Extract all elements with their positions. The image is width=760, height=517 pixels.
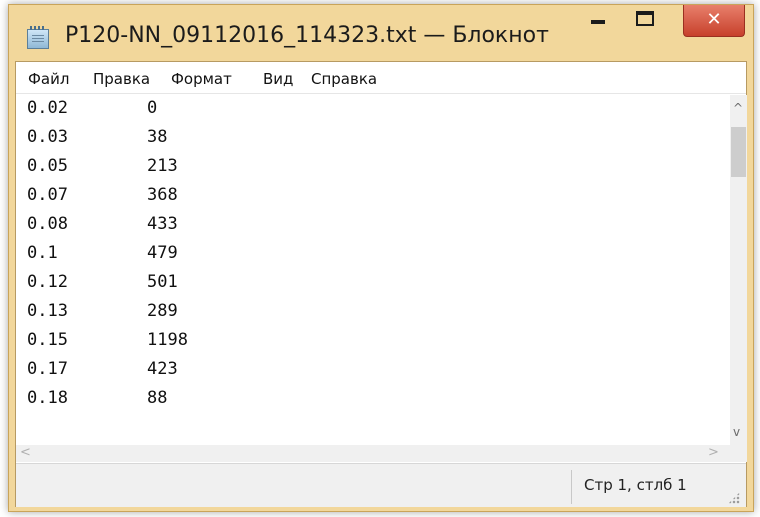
menu-bar: Файл Правка Формат Вид Справка — [16, 62, 746, 94]
status-bar: Стр 1, стлб 1 — [16, 463, 746, 507]
scroll-down-icon[interactable]: v — [733, 425, 740, 439]
close-button[interactable]: ✕ — [683, 5, 745, 37]
title-bar[interactable]: P120-NN_09112016_114323.txt — Блокнот ✕ — [9, 5, 753, 62]
maximize-button[interactable] — [622, 5, 668, 35]
window-title: P120-NN_09112016_114323.txt — Блокнот — [65, 23, 549, 48]
status-separator — [571, 470, 572, 504]
menu-edit[interactable]: Правка — [93, 70, 150, 88]
maximize-icon — [636, 11, 654, 26]
notepad-window: P120-NN_09112016_114323.txt — Блокнот ✕ … — [8, 4, 754, 512]
scroll-left-icon[interactable]: < — [20, 445, 31, 460]
menu-format[interactable]: Формат — [171, 70, 232, 88]
scrollbar-corner — [730, 445, 747, 462]
menu-file[interactable]: Файл — [28, 70, 69, 88]
minimize-button[interactable] — [575, 5, 621, 35]
minimize-icon — [591, 20, 605, 24]
menu-help[interactable]: Справка — [311, 70, 377, 88]
text-editor[interactable]: 0.02 0 0.03 38 0.05 213 0.07 368 0.08 433 0.1… — [16, 95, 730, 445]
notepad-icon[interactable] — [27, 26, 49, 49]
horizontal-scrollbar[interactable]: < > — [16, 445, 730, 462]
scroll-right-icon[interactable]: > — [708, 445, 719, 460]
close-icon: ✕ — [706, 9, 722, 30]
client-area: Файл Правка Формат Вид Справка 0.02 0 0.0… — [15, 61, 747, 507]
menu-view[interactable]: Вид — [263, 70, 293, 88]
scroll-up-icon[interactable]: ^ — [733, 101, 743, 115]
vertical-scrollbar[interactable]: ^ v — [730, 95, 747, 445]
resize-grip-icon[interactable] — [728, 492, 740, 504]
vertical-scroll-thumb[interactable] — [731, 127, 746, 177]
cursor-position: Стр 1, стлб 1 — [584, 476, 687, 494]
